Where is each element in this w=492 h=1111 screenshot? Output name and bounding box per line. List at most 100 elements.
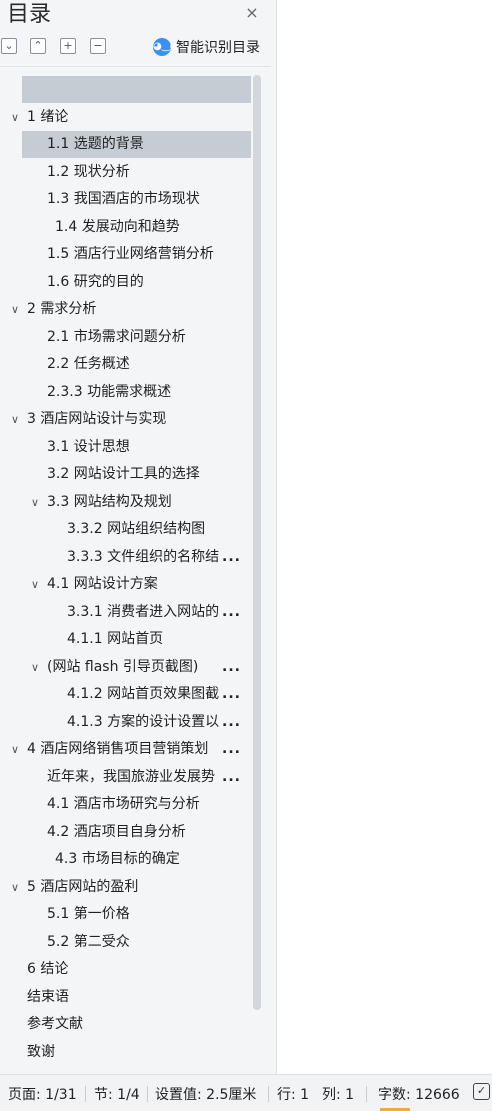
chevron-down-icon[interactable]: ∨ [8, 104, 22, 131]
close-icon[interactable]: × [242, 3, 262, 23]
status-divider [147, 1086, 148, 1102]
toc-item[interactable]: ∨ 4 酒店网络销售项目营销策划... [0, 736, 251, 763]
toc-item-label: 1.2 现状分析 [47, 164, 130, 180]
ellipsis-icon: ... [222, 659, 241, 675]
chevron-down-icon[interactable]: ∨ [8, 736, 22, 763]
toc-item[interactable]: 3.3.3 文件组织的名称结... [22, 544, 251, 571]
toc-item-label: 5.1 第一价格 [47, 906, 130, 922]
toc-item[interactable]: 3.3.2 网站组织结构图 [22, 516, 251, 543]
toc-item[interactable]: 5.2 第二受众 [22, 929, 251, 956]
scrollbar-thumb[interactable] [253, 75, 261, 1010]
toc-item[interactable]: ∨ 1 绪论 [0, 104, 251, 131]
toc-panel: 目录 × ⌄ ⌃ + − ◕‿◕ 智能识别目录 ∨ 1 绪论 1.1 选题的背景 1.… [0, 0, 277, 1074]
robot-icon: ◕‿◕ [153, 38, 179, 56]
toc-item[interactable]: 4.2 酒店项目自身分析 [22, 819, 251, 846]
setting-value[interactable]: 设置值: 2.5厘米 [155, 1084, 256, 1104]
toc-item[interactable]: ∨ 5 酒店网站的盈利 [0, 874, 251, 901]
toc-item-label: 近年来，我国旅游业发展势 [47, 769, 215, 785]
toc-item[interactable]: 4.1.2 网站首页效果图截... [22, 681, 251, 708]
document-area[interactable] [278, 0, 492, 1074]
toc-item[interactable]: 4.1.1 网站首页 [22, 626, 251, 653]
row-indicator: 行: 1 [277, 1087, 310, 1103]
toc-item-label: 4.1 酒店市场研究与分析 [47, 796, 200, 812]
toc-item[interactable]: 1.6 研究的目的 [22, 269, 251, 296]
toc-item[interactable]: 2.3.3 功能需求概述 [22, 379, 251, 406]
toc-item-placeholder[interactable] [22, 76, 251, 103]
toc-item-label: 3.3 网站结构及规划 [47, 494, 172, 510]
toc-item-label: 1.1 选题的背景 [47, 136, 144, 152]
ellipsis-icon: ... [222, 714, 241, 730]
toc-item-label: 4.2 酒店项目自身分析 [47, 824, 186, 840]
toc-item-label: 3.3.3 文件组织的名称结 [67, 549, 220, 565]
toc-item[interactable]: 6 结论 [0, 956, 251, 983]
toc-item[interactable]: 2.2 任务概述 [22, 351, 251, 378]
toc-item-label: 4.1.1 网站首页 [67, 631, 164, 647]
smart-recognize-toc-button[interactable]: ◕‿◕ 智能识别目录 [153, 36, 260, 58]
toc-item[interactable]: ∨ 3.3 网站结构及规划 [0, 489, 251, 516]
toc-item-label: 致谢 [27, 1044, 55, 1060]
collapse-all-button[interactable]: ⌄ [1, 38, 17, 54]
toc-scrollbar[interactable] [253, 75, 261, 1010]
toc-item-label: 3.1 设计思想 [47, 439, 130, 455]
toc-tree: ∨ 1 绪论 1.1 选题的背景 1.2 现状分析 1.3 我国酒店的市场现状 1.4 发… [0, 66, 271, 1070]
remove-heading-button[interactable]: − [90, 38, 106, 54]
toc-item[interactable]: 5.1 第一价格 [22, 901, 251, 928]
toc-item[interactable]: 1.4 发展动向和趋势 [22, 214, 251, 241]
toc-item-label: 4.1.3 方案的设计设置以 [67, 714, 220, 730]
toc-item-label: 3.3.2 网站组织结构图 [67, 521, 206, 537]
word-count[interactable]: 字数: 12666 [378, 1084, 460, 1104]
toc-item-label: 结束语 [27, 989, 69, 1005]
spellcheck-icon[interactable]: ✓ [473, 1083, 490, 1100]
toc-item[interactable]: 4.1 酒店市场研究与分析 [22, 791, 251, 818]
toc-item-label: 4.3 市场目标的确定 [55, 851, 180, 867]
section-indicator[interactable]: 节: 1/4 [94, 1084, 140, 1104]
toc-item[interactable]: 1.1 选题的背景 [22, 131, 251, 158]
toc-item-label: 2.3.3 功能需求概述 [47, 384, 172, 400]
chevron-down-icon[interactable]: ∨ [28, 489, 42, 516]
toc-item-label: 3 酒店网站设计与实现 [27, 411, 167, 427]
chevron-down-icon[interactable]: ∨ [28, 571, 42, 598]
toc-item-label: 2.1 市场需求问题分析 [47, 329, 186, 345]
toc-item[interactable]: 4.1.3 方案的设计设置以... [22, 709, 251, 736]
toc-item[interactable]: 3.3.1 消费者进入网站的... [22, 599, 251, 626]
add-heading-button[interactable]: + [60, 38, 76, 54]
toc-item[interactable]: 致谢 [0, 1039, 251, 1066]
column-indicator: 列: 1 [322, 1087, 355, 1103]
toc-item[interactable]: 3.1 设计思想 [22, 434, 251, 461]
smart-recognize-label: 智能识别目录 [176, 40, 260, 56]
chevron-down-icon[interactable]: ∨ [8, 874, 22, 901]
toc-item[interactable]: 结束语 [0, 984, 251, 1011]
status-divider [85, 1086, 86, 1102]
toc-item-label: 5.2 第二受众 [47, 934, 130, 950]
toc-item[interactable]: ∨ 2 需求分析 [0, 296, 251, 323]
toc-item[interactable]: 1.5 酒店行业网络营销分析 [22, 241, 251, 268]
toc-item[interactable]: 参考文献 [0, 1011, 251, 1038]
status-bar: 页面: 1/31 节: 1/4 设置值: 2.5厘米 行: 1 列: 1 字数:… [0, 1074, 492, 1111]
status-divider [366, 1086, 367, 1102]
toc-item-label: 4.1.2 网站首页效果图截 [67, 686, 220, 702]
expand-all-button[interactable]: ⌃ [30, 38, 46, 54]
ellipsis-icon: ... [222, 549, 241, 565]
toc-item[interactable]: 1.2 现状分析 [22, 159, 251, 186]
page-indicator[interactable]: 页面: 1/31 [8, 1084, 77, 1104]
toc-item-label: 2.2 任务概述 [47, 356, 130, 372]
toc-item-label: 5 酒店网站的盈利 [27, 879, 139, 895]
toc-item[interactable]: ∨ (网站 flash 引导页截图)... [0, 654, 251, 681]
toc-item[interactable]: ∨ 4.1 网站设计方案 [0, 571, 251, 598]
toc-item[interactable]: ∨ 3 酒店网站设计与实现 [0, 406, 251, 433]
toc-item[interactable]: 1.3 我国酒店的市场现状 [22, 186, 251, 213]
toc-item[interactable]: 3.2 网站设计工具的选择 [22, 461, 251, 488]
toc-item[interactable]: 2.1 市场需求问题分析 [22, 324, 251, 351]
ellipsis-icon: ... [222, 769, 241, 785]
chevron-down-icon[interactable]: ∨ [8, 296, 22, 323]
toc-item-label: (网站 flash 引导页截图) [47, 659, 199, 675]
ellipsis-icon: ... [222, 741, 241, 757]
toc-item-label: 1.3 我国酒店的市场现状 [47, 191, 200, 207]
chevron-down-icon[interactable]: ∨ [28, 654, 42, 681]
toc-item-label: 1.4 发展动向和趋势 [55, 219, 180, 235]
toc-item[interactable]: 近年来，我国旅游业发展势... [22, 764, 251, 791]
chevron-down-icon[interactable]: ∨ [8, 406, 22, 433]
toc-item-label: 2 需求分析 [27, 301, 97, 317]
toc-item[interactable]: 4.3 市场目标的确定 [22, 846, 251, 873]
toc-item-label: 1 绪论 [27, 109, 69, 125]
